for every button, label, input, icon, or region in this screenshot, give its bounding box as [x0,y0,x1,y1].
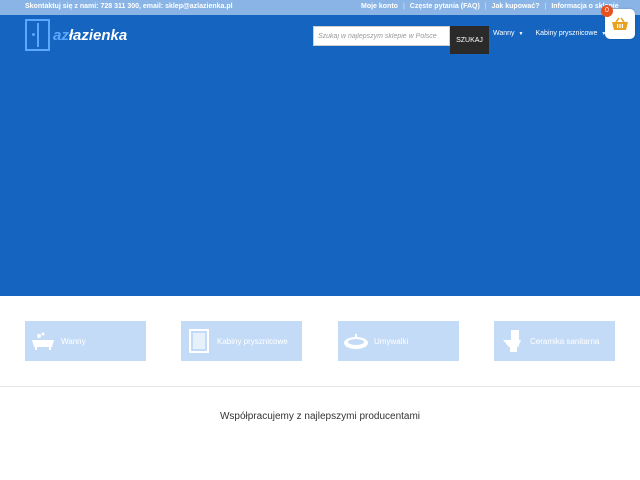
category-section: Wanny Kabiny prysznicowe Umywalki Cerami… [0,296,640,386]
search-form: SZUKAJ [313,26,489,54]
nav-item-wanny[interactable]: Wanny ▼ [493,30,523,37]
category-tile-wanny[interactable]: Wanny [25,321,146,361]
category-label: Umywalki [374,336,409,346]
logo-suffix: łazienka [68,26,128,44]
category-label: Kabiny prysznicowe [217,336,288,346]
shower-cabin-icon [186,328,212,354]
contact-info: Skontaktuj się z nami: 728 311 300, emai… [25,3,233,10]
category-tile-umywalki[interactable]: Umywalki [338,321,459,361]
top-bar: Skontaktuj się z nami: 728 311 300, emai… [0,0,640,15]
toilet-icon [499,328,525,354]
site-logo[interactable]: azłazienka [25,19,127,51]
nav-label: Kabiny prysznicowe [535,30,598,37]
section-divider [0,386,640,387]
caret-down-icon: ▼ [518,30,524,37]
category-label: Ceramika sanitarna [530,336,600,346]
category-tile-kabiny[interactable]: Kabiny prysznicowe [181,321,302,361]
link-my-account[interactable]: Moje konto [361,3,398,10]
search-button[interactable]: SZUKAJ [450,26,489,54]
nav-label: Wanny [493,30,515,37]
link-faq[interactable]: Częste pytania (FAQ) [410,3,480,10]
separator: | [484,3,487,10]
logo-text: azłazienka [53,27,127,44]
category-tile-ceramika[interactable]: Ceramika sanitarna [494,321,615,361]
link-how-to-buy[interactable]: Jak kupować? [492,3,540,10]
search-input[interactable] [313,26,450,46]
main-nav: Wanny ▼ Kabiny prysznicowe ▼ [493,30,618,37]
nav-item-kabiny[interactable]: Kabiny prysznicowe ▼ [535,30,606,37]
door-logo-icon [25,19,50,51]
hero-banner [0,15,640,296]
bathtub-icon [30,328,56,354]
cart-count-badge: 0 [601,5,613,17]
logo-prefix: az [53,26,69,44]
basket-icon [612,17,628,30]
top-links: Moje konto | Częste pytania (FAQ) | Jak … [361,3,619,10]
partners-heading: Współpracujemy z najlepszymi producentam… [219,411,421,422]
separator: | [544,3,547,10]
category-label: Wanny [61,336,86,346]
sink-icon [343,328,369,354]
separator: | [402,3,405,10]
